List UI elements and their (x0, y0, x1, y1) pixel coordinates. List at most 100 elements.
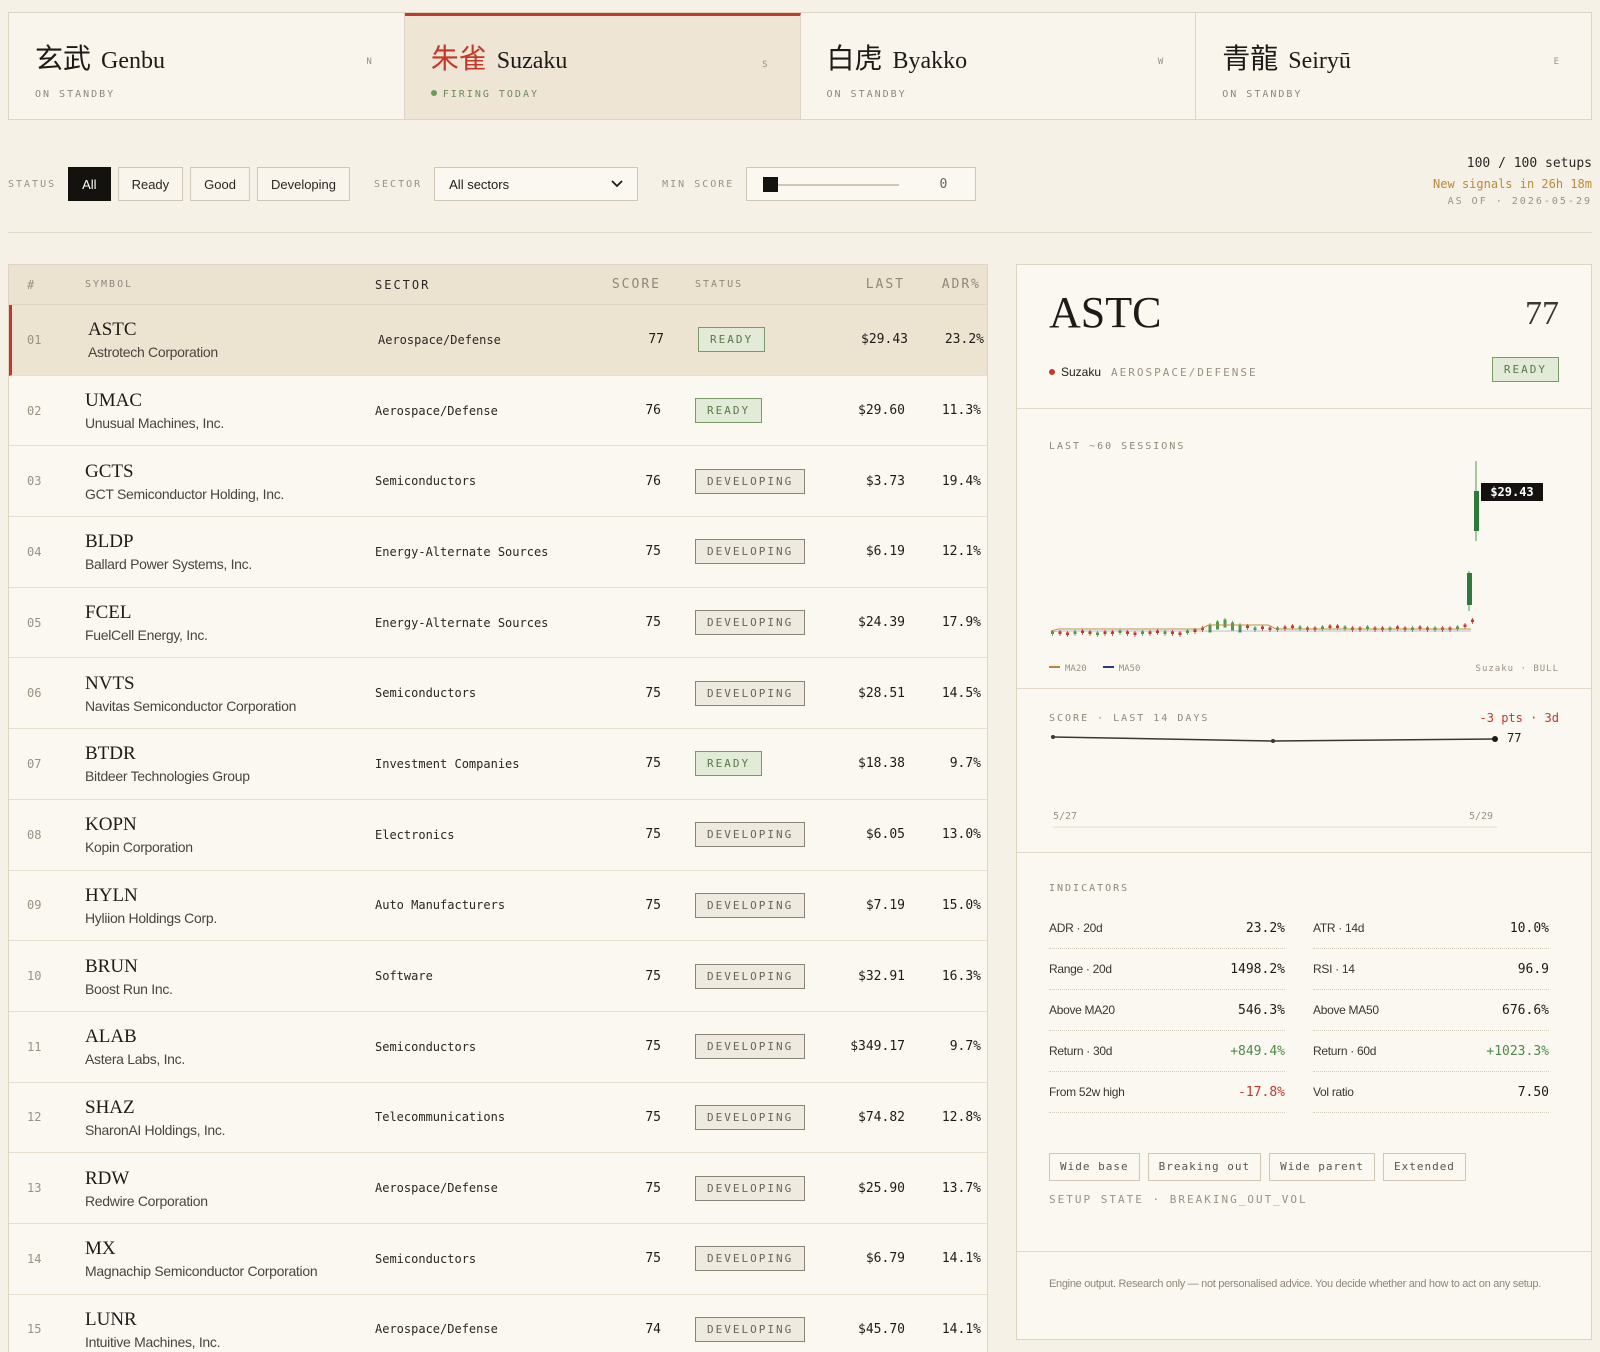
status-badge: DEVELOPING (695, 963, 806, 989)
row-sector: Aerospace/Defense (378, 332, 501, 347)
row-status: DEVELOPING (661, 468, 819, 494)
row-adr: 13.0% (941, 827, 981, 843)
row-ticker: KOPN (85, 814, 137, 836)
table-row[interactable]: 07 BTDR Bitdeer Technologies Group Investme… (9, 729, 987, 800)
row-adr: 19.4% (941, 473, 981, 489)
row-number: 05 (27, 615, 42, 630)
engine-tab-suzaku[interactable]: 朱雀 Suzaku S FIRING TODAY (404, 13, 801, 119)
row-sector: Energy-Alternate Sources (375, 615, 549, 630)
candle-body (1328, 625, 1332, 628)
indicator-value: 23.2% (1245, 920, 1285, 936)
table-row[interactable]: 10 BRUN Boost Run Inc. Software 75 DEVELOPING… (9, 941, 987, 1012)
row-score: 75 (645, 1109, 661, 1125)
row-adr: 12.1% (941, 544, 981, 560)
row-adr: 17.9% (941, 615, 981, 631)
tag-wide-base: Wide base (1049, 1153, 1140, 1181)
status-filter-label: STATUS (8, 178, 57, 190)
row-score: 75 (645, 544, 661, 560)
price-chart-label: LAST ~60 SESSIONS (1049, 441, 1186, 452)
candle-body (1463, 624, 1467, 627)
row-symbol: RDW Redwire Corporation (85, 1168, 375, 1209)
header-adr[interactable]: ADR% (905, 277, 981, 292)
candle-body (1231, 622, 1234, 631)
row-number: 02 (27, 403, 42, 418)
legend-ma50-label: MA50 (1118, 664, 1141, 674)
row-score: 75 (645, 615, 661, 631)
row-ticker: GCTS (85, 460, 134, 482)
row-company: Astrotech Corporation (88, 344, 218, 361)
score-end-value: 77 (1507, 731, 1522, 745)
indicator-key: Range · 20d (1049, 962, 1112, 976)
row-company: Intuitive Machines, Inc. (85, 1333, 221, 1350)
row-sector: Investment Companies (375, 756, 520, 771)
table-header: # SYMBOL SECTOR SCORE STATUS LAST ADR% (9, 265, 987, 305)
row-number: 07 (27, 756, 42, 771)
row-number: 12 (27, 1110, 42, 1125)
detail-score: 77 (1525, 295, 1559, 332)
engine-tab-byakko[interactable]: 白虎 Byakko W ON STANDBY (801, 13, 1197, 119)
row-number: 01 (27, 332, 42, 347)
header-score[interactable]: SCORE (597, 277, 661, 292)
sector-select[interactable]: All sectors (434, 167, 639, 201)
row-score: 75 (645, 756, 661, 772)
chart-note: Suzaku · BULL (1475, 664, 1559, 674)
tag-wide-parent: Wide parent (1269, 1153, 1375, 1181)
table-row[interactable]: 01 ASTC Astrotech Corporation Aerospace/Def… (9, 305, 987, 376)
row-sector: Semiconductors (375, 474, 477, 489)
header-status[interactable]: STATUS (661, 279, 819, 290)
row-number: 06 (27, 686, 42, 701)
next-signals: New signals in 26h 18m (1433, 177, 1592, 191)
status-filter-ready[interactable]: Ready (117, 167, 184, 201)
table-row[interactable]: 15 LUNR Intuitive Machines, Inc. Aerospace/… (9, 1295, 987, 1352)
header-sector[interactable]: SECTOR (375, 278, 597, 292)
table-row[interactable]: 02 UMAC Unusual Machines, Inc. Aerospace/De… (9, 376, 987, 447)
slider-thumb[interactable] (763, 177, 779, 192)
header-last[interactable]: LAST (819, 277, 905, 292)
row-company: Ballard Power Systems, Inc. (85, 556, 252, 573)
indicator-value: 96.9 (1517, 961, 1549, 977)
row-company: Bitdeer Technologies Group (85, 768, 250, 785)
status-badge: DEVELOPING (695, 1034, 806, 1060)
row-adr: 15.0% (941, 897, 981, 913)
min-score-label: MIN SCORE (662, 178, 735, 190)
table-row[interactable]: 05 FCEL FuelCell Energy, Inc. Energy-Altern… (9, 588, 987, 659)
table-row[interactable]: 12 SHAZ SharonAI Holdings, Inc. Telecommuni… (9, 1083, 987, 1154)
row-company: FuelCell Energy, Inc. (85, 627, 208, 644)
divider (8, 232, 1592, 233)
table-row[interactable]: 09 HYLN Hyliion Holdings Corp. Auto Manufac… (9, 871, 987, 942)
status-filter-good[interactable]: Good (190, 167, 250, 201)
table-row[interactable]: 13 RDW Redwire Corporation Aerospace/Defens… (9, 1153, 987, 1224)
status-filter-all[interactable]: All (68, 167, 111, 201)
row-score: 75 (645, 1039, 661, 1055)
header-symbol[interactable]: SYMBOL (85, 279, 375, 290)
row-adr: 13.7% (941, 1180, 981, 1196)
detail-panel: ASTC 77 Suzaku AEROSPACE/DEFENSE READY LA… (1016, 264, 1592, 1340)
row-score: 75 (645, 1180, 661, 1196)
row-symbol: UMAC Unusual Machines, Inc. (85, 390, 375, 431)
table-row[interactable]: 04 BLDP Ballard Power Systems, Inc. Energy-… (9, 517, 987, 588)
engine-tab-genbu[interactable]: 玄武 Genbu N ON STANDBY (9, 13, 405, 119)
engine-name: Suzaku (496, 48, 568, 74)
table-row[interactable]: 14 MX Magnachip Semiconductor Corporation S… (9, 1224, 987, 1295)
table-row[interactable]: 06 NVTS Navitas Semiconductor Corporation S… (9, 658, 987, 730)
row-last: $45.70 (858, 1321, 905, 1337)
tag-list: Wide base Breaking out Wide parent Exten… (1049, 1153, 1559, 1181)
status-filter-developing[interactable]: Developing (256, 167, 351, 201)
engine-tab-seiryu[interactable]: 青龍 Seiryū E ON STANDBY (1196, 13, 1591, 119)
table-row[interactable]: 11 ALAB Astera Labs, Inc. Semiconductors 75 D… (9, 1012, 987, 1083)
min-score-value: 0 (939, 177, 948, 192)
min-score-slider[interactable]: 0 (746, 167, 977, 201)
indicator-key: Vol ratio (1313, 1085, 1354, 1099)
score-delta: -3 pts · 3d (1479, 711, 1559, 725)
table-row[interactable]: 03 GCTS GCT Semiconductor Holding, Inc. Sem… (9, 446, 987, 518)
row-status: DEVELOPING (661, 1034, 819, 1060)
status-badge: DEVELOPING (695, 468, 806, 494)
candle-body (1261, 626, 1264, 629)
row-company: Kopin Corporation (85, 839, 193, 856)
sector-filter-label: SECTOR (374, 178, 423, 190)
row-ticker: NVTS (85, 672, 135, 694)
row-status: DEVELOPING (661, 610, 819, 636)
row-last: $28.51 (858, 685, 905, 701)
status-badge: READY (698, 327, 766, 353)
table-row[interactable]: 08 KOPN Kopin Corporation Electronics 75 DEVE… (9, 800, 987, 871)
